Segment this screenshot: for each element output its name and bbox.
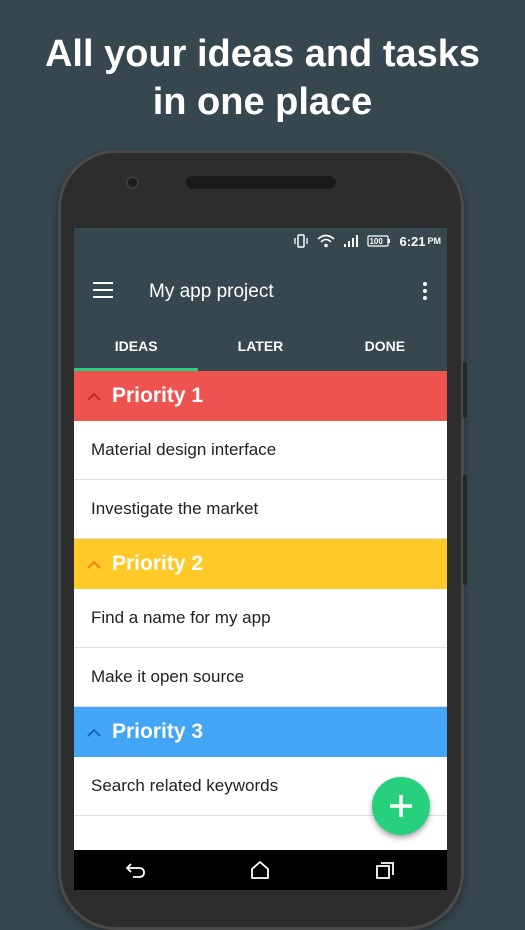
chevron-up-icon[interactable] [74,560,112,569]
add-task-button[interactable] [372,777,430,835]
status-time: 6:21 [399,233,426,249]
headline-line-2: in one place [152,81,373,123]
volume-button [463,362,467,418]
task-item[interactable]: Find a name for my app [74,589,447,648]
home-icon[interactable] [240,855,280,885]
status-ampm: PM [427,236,442,246]
power-button [463,475,467,585]
group-header-priority-2[interactable]: Priority 2 [74,539,447,589]
group-header-priority-1[interactable]: Priority 1 [74,371,447,421]
tab-later[interactable]: LATER [198,330,322,371]
project-title: My app project [149,281,274,302]
wifi-icon [317,234,335,248]
task-item[interactable]: Investigate the market [74,480,447,539]
headline-line-1: All your ideas and tasks [44,33,481,75]
phone-screen: 100 6:21 PM My app project IDEAS LATER D… [74,228,447,850]
android-nav-bar [74,850,447,890]
group-title: Priority 1 [112,384,204,407]
status-bar: 100 6:21 PM [74,228,447,254]
task-item[interactable]: Material design interface [74,421,447,480]
back-icon[interactable] [116,855,156,885]
task-item[interactable]: Make it open source [74,648,447,707]
tab-bar: IDEAS LATER DONE [74,330,447,371]
task-list: Priority 1 Material design interface Inv… [74,371,447,816]
group-title: Priority 2 [112,552,204,575]
chevron-up-icon[interactable] [74,392,112,401]
plus-icon [390,795,412,817]
vibrate-icon [293,234,309,248]
front-camera [126,176,139,189]
more-vert-icon[interactable] [423,282,427,303]
chevron-up-icon[interactable] [74,728,112,737]
earpiece-speaker [186,176,336,189]
headline: All your ideas and tasks in one place [0,30,525,126]
battery-icon: 100 [367,235,391,247]
group-title: Priority 3 [112,720,204,743]
tab-ideas[interactable]: IDEAS [74,330,199,371]
signal-icon [343,234,359,248]
hamburger-menu-icon[interactable] [93,282,113,298]
recents-icon[interactable] [365,855,405,885]
tab-done[interactable]: DONE [323,330,447,371]
group-header-priority-3[interactable]: Priority 3 [74,707,447,757]
app-toolbar: My app project [74,254,447,330]
